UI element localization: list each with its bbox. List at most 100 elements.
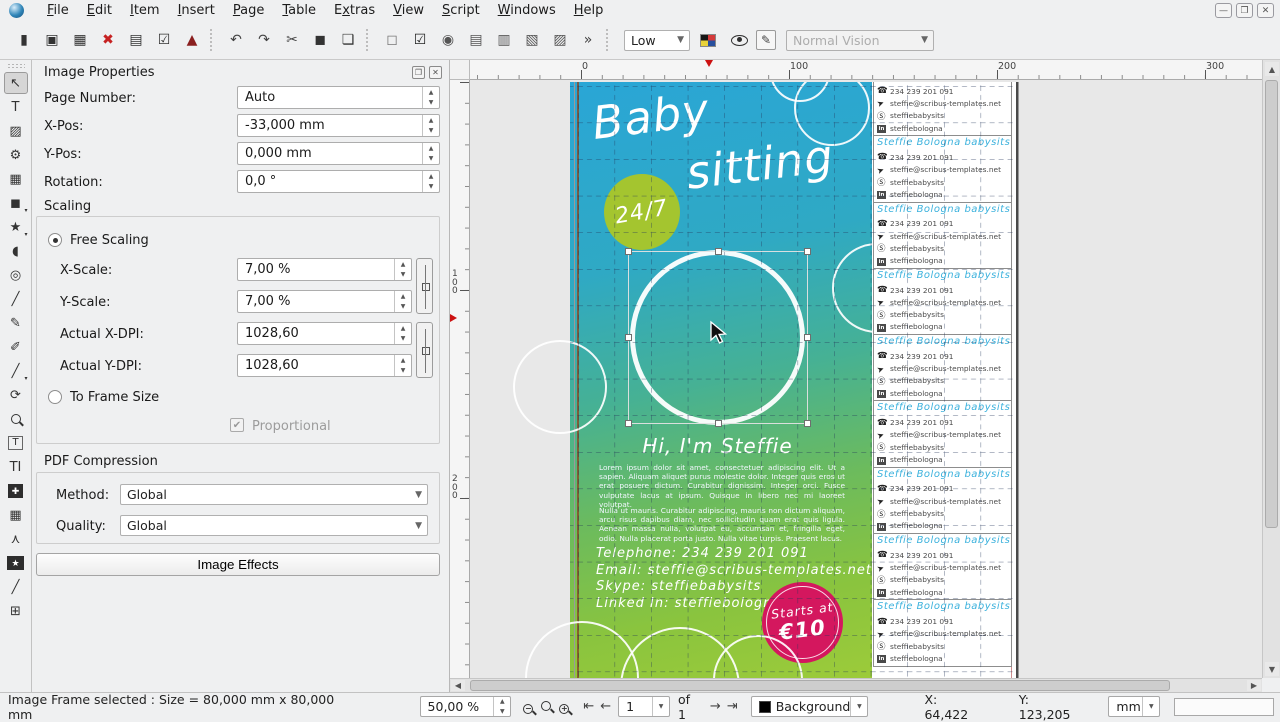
ruler-origin-box[interactable] [450, 60, 470, 80]
canvas-viewport[interactable]: Baby sitting 24/7 Hi, I'm Steffie Lorem … [470, 80, 1262, 678]
pdf-textfield-icon[interactable]: ▥ [491, 28, 517, 52]
tearoff-tab[interactable]: Steffie Bologna babysits!☎234 239 201 09… [873, 400, 1012, 467]
tearoff-tab[interactable]: Steffie Bologna babysits!☎234 239 201 09… [873, 533, 1012, 600]
y-scale-field[interactable]: 7,00 % ▲▼ [237, 290, 412, 313]
tearoff-tab[interactable]: Steffie Bologna babysits!☎234 239 201 09… [873, 202, 1012, 269]
menu-view[interactable]: View [384, 1, 433, 20]
resize-handle[interactable] [625, 248, 632, 255]
panel-close-icon[interactable]: ✕ [429, 66, 442, 79]
polygon-tool[interactable]: ★▾ [4, 216, 28, 238]
tearoff-tab[interactable]: Steffie Bologna babysits!☎234 239 201 09… [873, 467, 1012, 534]
story-editor-tool[interactable]: TI [4, 456, 28, 478]
spin-arrows[interactable]: ▲▼ [394, 291, 411, 312]
shape-tool[interactable]: ◼▾ [4, 192, 28, 214]
zoom-tool[interactable] [4, 408, 28, 430]
table-tool[interactable]: ▦ [4, 168, 28, 190]
rotate-item-tool[interactable]: ⟳ [4, 384, 28, 406]
freehand-line-tool[interactable]: ✐ [4, 336, 28, 358]
menu-windows[interactable]: Windows [489, 1, 565, 20]
eye-dropper-tool[interactable]: ╱ [4, 576, 28, 598]
edit-in-preview-icon[interactable]: ✎ [756, 30, 776, 50]
next-page-icon[interactable]: → [710, 699, 721, 714]
scroll-right-icon[interactable]: ▶ [1247, 680, 1261, 691]
panel-float-icon[interactable]: ❐ [412, 66, 425, 79]
chevron-down-icon[interactable]: ▼ [850, 697, 867, 716]
proportional-checkbox[interactable]: ✔ [230, 418, 244, 432]
resize-handle[interactable] [625, 420, 632, 427]
spin-arrows[interactable]: ▲▼ [394, 323, 411, 344]
edit-contents-tool[interactable]: T [4, 432, 28, 454]
menu-file[interactable]: File [38, 1, 78, 20]
badge-247[interactable]: 24/7 [604, 174, 680, 250]
resize-handle[interactable] [804, 334, 811, 341]
paste-icon[interactable]: ❏ [335, 28, 361, 52]
last-page-icon[interactable]: ⇥ [727, 699, 738, 714]
spiral-tool[interactable]: ◎ [4, 264, 28, 286]
close-button[interactable]: ✕ [1257, 3, 1274, 18]
unlink-text-frames-tool[interactable]: ▦ [4, 504, 28, 526]
body-paragraph[interactable]: Nulla ut mauris. Curabitur adipiscing, m… [599, 506, 845, 543]
tearoff-tab[interactable]: Steffie Bologna babysits!☎234 239 201 09… [873, 268, 1012, 335]
spin-arrows[interactable]: ▲▼ [422, 87, 439, 108]
select-tool[interactable]: ↖ [4, 72, 28, 94]
x-dpi-field[interactable]: 1028,60 ▲▼ [237, 322, 412, 345]
spin-arrows[interactable]: ▲▼ [394, 355, 411, 376]
resize-handle[interactable] [625, 334, 632, 341]
page-number-spinbox[interactable]: 1 ▼ [618, 696, 670, 717]
color-management-icon[interactable] [700, 34, 716, 47]
scroll-left-icon[interactable]: ◀ [451, 680, 465, 691]
y-dpi-field[interactable]: 1028,60 ▲▼ [237, 354, 412, 377]
zoom-out-icon[interactable]: − [523, 699, 533, 714]
scrollbar-thumb[interactable] [470, 680, 1170, 691]
chevron-down-icon[interactable]: ▼ [1142, 697, 1159, 716]
x-pos-field[interactable]: -33,000 mm ▲▼ [237, 114, 440, 137]
tearoff-tab[interactable]: Steffie Bologna babysits!☎234 239 201 09… [873, 82, 1012, 136]
tearoff-tab[interactable]: Steffie Bologna babysits!☎234 239 201 09… [873, 599, 1012, 666]
copy-icon[interactable]: ◼ [307, 28, 333, 52]
new-document-icon[interactable]: ▮ [11, 28, 37, 52]
render-frame-tool[interactable]: ⚙ [4, 144, 28, 166]
close-icon[interactable]: ✖ [95, 28, 121, 52]
body-paragraph[interactable]: Lorem ipsum dolor sit amet, consectetuer… [599, 463, 845, 509]
calligraphic-line-tool[interactable]: ╱▾ [4, 360, 28, 382]
pdf-radiobutton-icon[interactable]: ◉ [435, 28, 461, 52]
unit-select[interactable]: mm ▼ [1108, 696, 1160, 717]
spin-arrows[interactable]: ▲▼ [493, 697, 510, 716]
zoom-level-spinbox[interactable]: 50,00 % ▲▼ [420, 696, 512, 717]
layer-select[interactable]: Background ▼ [751, 696, 869, 717]
text-frame-tool[interactable]: T [4, 96, 28, 118]
resize-handle[interactable] [715, 420, 722, 427]
compression-method-select[interactable]: Global ▼ [120, 484, 428, 505]
toolbar-grip[interactable] [7, 63, 25, 69]
menu-page[interactable]: Page [224, 1, 273, 20]
vertical-ruler[interactable]: 100 200 [450, 80, 470, 678]
arc-tool[interactable]: ◖ [4, 240, 28, 262]
previous-page-icon[interactable]: ← [600, 699, 611, 714]
undo-icon[interactable]: ↶ [223, 28, 249, 52]
zoom-default-icon[interactable] [541, 699, 551, 714]
pdf-listbox-icon[interactable]: ▤ [463, 28, 489, 52]
resize-handle[interactable] [715, 248, 722, 255]
measurements-tool[interactable]: ⋏ [4, 528, 28, 550]
image-effects-button[interactable]: Image Effects [36, 553, 440, 576]
x-scale-field[interactable]: 7,00 % ▲▼ [237, 258, 412, 281]
line-tool[interactable]: ╱ [4, 288, 28, 310]
spin-arrows[interactable]: ▲▼ [394, 259, 411, 280]
tearoff-tabs-column[interactable]: Steffie Bologna babysits!☎234 239 201 09… [873, 82, 1012, 667]
copy-item-properties-tool[interactable]: ★ [4, 552, 28, 574]
horizontal-ruler[interactable]: 0 100 200 300 [470, 60, 1262, 80]
image-frame-tool[interactable]: ▨ [4, 120, 28, 142]
scroll-up-icon[interactable]: ▲ [1265, 62, 1279, 76]
free-scaling-radio[interactable] [48, 233, 62, 247]
menu-edit[interactable]: Edit [78, 1, 121, 20]
to-frame-size-radio[interactable] [48, 390, 62, 404]
bezier-curve-tool[interactable]: ✎ [4, 312, 28, 334]
y-pos-field[interactable]: 0,000 mm ▲▼ [237, 142, 440, 165]
menu-insert[interactable]: Insert [169, 1, 224, 20]
visual-appearance-select[interactable]: Normal Vision ▼ [786, 30, 934, 51]
pdf-checkbox-icon[interactable]: ☑ [407, 28, 433, 52]
export-pdf-icon[interactable]: ▲ [179, 28, 205, 52]
open-document-icon[interactable]: ▣ [39, 28, 65, 52]
page-number-field[interactable]: Auto ▲▼ [237, 86, 440, 109]
image-preview-quality-select[interactable]: Low ▼ [624, 30, 690, 51]
